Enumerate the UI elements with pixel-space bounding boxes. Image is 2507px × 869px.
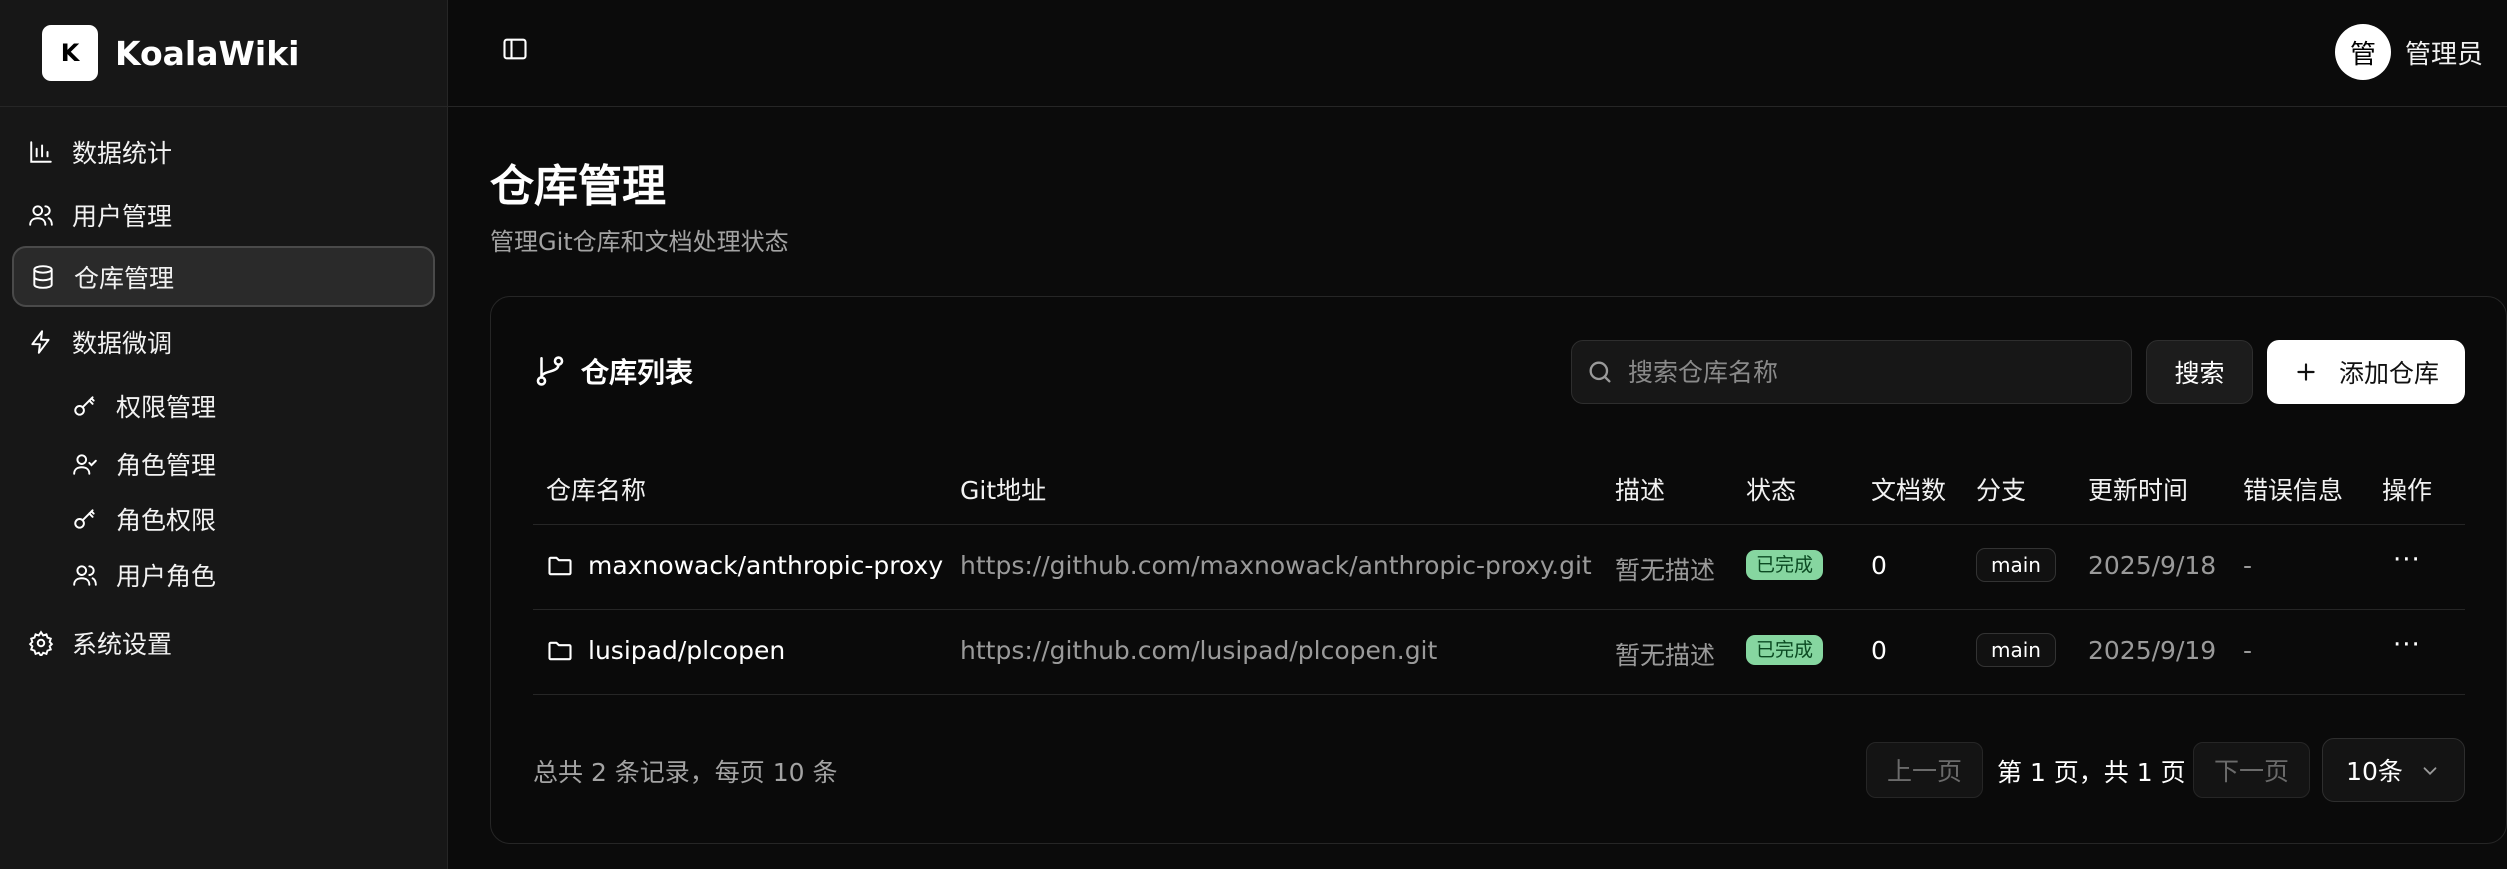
sidebar-item-stats[interactable]: 数据统计: [12, 121, 435, 182]
column-header: 分支: [1976, 476, 2027, 505]
repo-name: maxnowack/anthropic-proxy: [588, 551, 944, 580]
search-input[interactable]: [1628, 357, 2108, 387]
sidebar-item-user-roles[interactable]: 用户角色: [58, 549, 435, 601]
page-title: 仓库管理: [490, 161, 666, 212]
column-header: 更新时间: [2088, 476, 2189, 505]
table-row[interactable]: maxnowack/anthropic-proxy https://github…: [533, 525, 2465, 610]
username: 管理员: [2404, 39, 2483, 70]
top-bar: 管 管理员: [448, 0, 2507, 107]
git-url: https://github.com/lusipad/plcopen.git: [960, 636, 1438, 665]
sidebar-item-label: 仓库管理: [74, 263, 175, 293]
updated-time: 2025/9/18: [2088, 551, 2217, 580]
page-size-select[interactable]: 10条: [2322, 738, 2465, 802]
more-actions-button[interactable]: ···: [2393, 630, 2421, 660]
key-icon: [72, 506, 98, 532]
sidebar-item-finetune[interactable]: 数据微调: [12, 311, 435, 372]
sidebar-item-label: 角色权限: [116, 506, 217, 535]
sidebar-item-label: 角色管理: [116, 451, 217, 480]
description: 暂无描述: [1615, 641, 1716, 670]
git-url: https://github.com/maxnowack/anthropic-p…: [960, 551, 1592, 580]
sidebar-item-roles[interactable]: 角色管理: [58, 438, 435, 490]
repository-card: 仓库列表 搜索 添加仓库 仓库名称 Git地址 描述 状态 文档数 分支 更新时…: [490, 296, 2507, 844]
prev-page-button[interactable]: 上一页: [1866, 742, 1983, 798]
error-info: -: [2243, 636, 2253, 665]
sidebar-item-label: 数据微调: [72, 328, 173, 358]
page-info: 第 1 页，共 1 页: [1997, 758, 2186, 787]
sidebar-item-label: 用户角色: [116, 562, 217, 591]
next-page-button[interactable]: 下一页: [2193, 742, 2310, 798]
updated-time: 2025/9/19: [2088, 636, 2217, 665]
column-header: 状态: [1746, 476, 1797, 505]
add-repository-label: 添加仓库: [2338, 359, 2439, 388]
search-box: [1571, 340, 2132, 404]
sidebar-item-label: 数据统计: [72, 138, 173, 168]
plus-icon: [2293, 359, 2319, 385]
sidebar-item-settings[interactable]: 系统设置: [12, 612, 435, 673]
sidebar: K KoalaWiki 数据统计 用户管理 仓库管理 数据微调 权限管理 角色管…: [0, 0, 448, 869]
app-logo: K: [42, 25, 98, 81]
table-header: 仓库名称 Git地址 描述 状态 文档数 分支 更新时间 错误信息 操作: [533, 457, 2465, 525]
branch-cell: main: [1976, 633, 2056, 667]
app-name: KoalaWiki: [115, 33, 300, 73]
sidebar-item-permissions[interactable]: 权限管理: [58, 380, 435, 432]
page-size-value: 10条: [2346, 757, 2403, 786]
sidebar-item-label: 用户管理: [72, 201, 173, 231]
sidebar-item-users[interactable]: 用户管理: [12, 184, 435, 245]
bar-chart-icon: [28, 139, 54, 165]
page-subtitle: 管理Git仓库和文档处理状态: [490, 228, 789, 256]
search-button[interactable]: 搜索: [2146, 340, 2253, 404]
key-icon: [72, 393, 98, 419]
column-header: 描述: [1615, 476, 1666, 505]
database-icon: [30, 264, 56, 290]
column-header: 文档数: [1871, 476, 1947, 505]
table-row[interactable]: lusipad/plcopen https://github.com/lusip…: [533, 610, 2465, 695]
branch-cell: main: [1976, 548, 2056, 582]
sidebar-item-label: 权限管理: [116, 393, 217, 422]
user-menu[interactable]: 管 管理员: [2334, 24, 2483, 80]
sidebar-item-repos[interactable]: 仓库管理: [12, 246, 435, 307]
search-icon: [1586, 358, 1614, 386]
folder-icon: [546, 637, 574, 665]
add-repository-button[interactable]: 添加仓库: [2267, 340, 2465, 404]
column-header: 错误信息: [2243, 476, 2344, 505]
column-header: Git地址: [960, 476, 1047, 505]
users-icon: [72, 562, 98, 588]
sidebar-item-role-permissions[interactable]: 角色权限: [58, 493, 435, 545]
pagination-summary: 总共 2 条记录，每页 10 条: [533, 758, 838, 787]
description: 暂无描述: [1615, 556, 1716, 585]
branch-badge: main: [1976, 548, 2056, 582]
more-actions-button[interactable]: ···: [2393, 545, 2421, 575]
zap-icon: [28, 329, 54, 355]
column-header: 仓库名称: [546, 476, 647, 505]
branch-badge: main: [1976, 633, 2056, 667]
doc-count: 0: [1871, 636, 1887, 665]
panel-left-icon: [501, 35, 529, 67]
status-badge: 已完成: [1746, 635, 1824, 665]
card-title: 仓库列表: [533, 351, 693, 391]
status-cell: 已完成: [1746, 633, 1824, 665]
column-header: 操作: [2382, 476, 2433, 505]
doc-count: 0: [1871, 551, 1887, 580]
error-info: -: [2243, 551, 2253, 580]
folder-icon: [546, 552, 574, 580]
chevron-down-icon: [2419, 759, 2441, 781]
gear-icon: [28, 629, 54, 656]
avatar: 管: [2334, 24, 2391, 80]
users-icon: [28, 202, 54, 228]
sidebar-item-label: 系统设置: [72, 629, 173, 659]
user-check-icon: [72, 451, 98, 477]
status-cell: 已完成: [1746, 548, 1824, 580]
repo-name: lusipad/plcopen: [588, 636, 786, 665]
repo-name-cell[interactable]: lusipad/plcopen: [546, 636, 785, 665]
sidebar-toggle-button[interactable]: [500, 36, 530, 66]
repo-name-cell[interactable]: maxnowack/anthropic-proxy: [546, 551, 943, 580]
git-branch-icon: [533, 354, 567, 388]
card-title-text: 仓库列表: [581, 356, 694, 389]
status-badge: 已完成: [1746, 550, 1824, 580]
brand[interactable]: K KoalaWiki: [0, 0, 447, 107]
